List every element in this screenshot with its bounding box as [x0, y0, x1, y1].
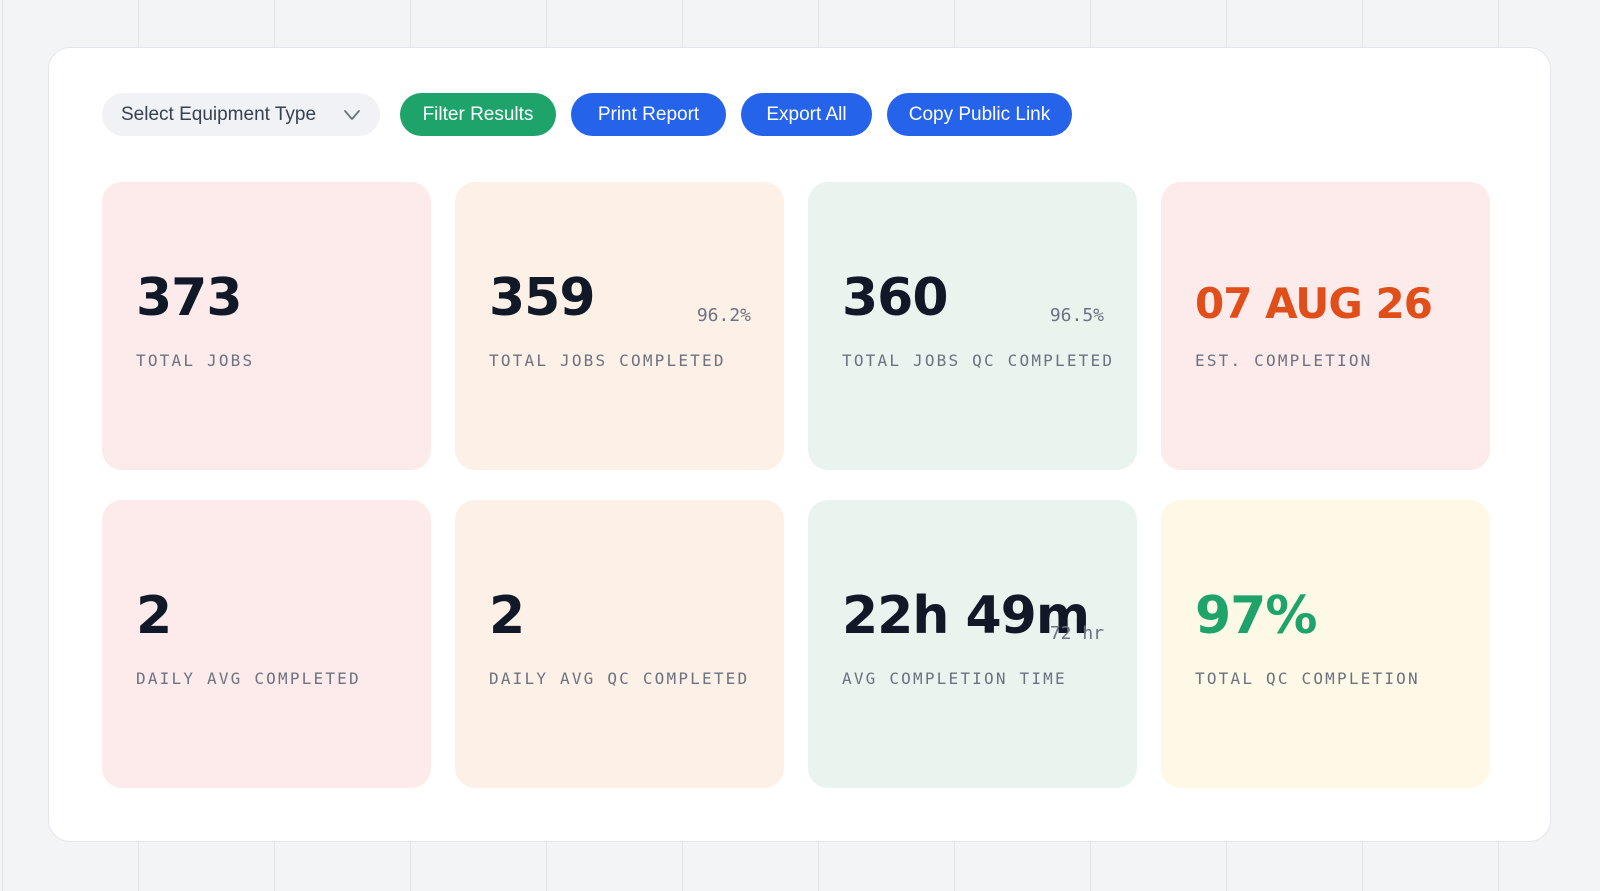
equipment-type-select[interactable]: Select Equipment Type	[102, 93, 380, 136]
stat-label: TOTAL JOBS COMPLETED	[489, 351, 726, 370]
copy-public-link-button[interactable]: Copy Public Link	[887, 93, 1072, 136]
stat-value: 2	[489, 586, 525, 646]
stat-card-total-jobs: 373 TOTAL JOBS	[102, 182, 431, 470]
stat-target-time: 72 hr	[1049, 623, 1104, 644]
stat-label: AVG COMPLETION TIME	[842, 669, 1067, 688]
stat-label: DAILY AVG QC COMPLETED	[489, 669, 750, 688]
stat-value: 2	[136, 586, 172, 646]
stat-label: DAILY AVG COMPLETED	[136, 669, 361, 688]
stat-card-total-jobs-completed: 359 96.2% TOTAL JOBS COMPLETED	[455, 182, 784, 470]
stat-value: 373	[136, 268, 243, 328]
export-all-button[interactable]: Export All	[741, 93, 872, 136]
stat-label: EST. COMPLETION	[1195, 351, 1373, 370]
stat-value: 360	[842, 268, 949, 328]
toolbar: Select Equipment Type Filter Results Pri…	[102, 93, 1072, 136]
stat-percentage: 96.2%	[696, 305, 751, 326]
stat-card-est-completion: 07 AUG 26 EST. COMPLETION	[1161, 182, 1490, 470]
stats-grid: 373 TOTAL JOBS 359 96.2% TOTAL JOBS COMP…	[102, 182, 1492, 788]
stat-label: TOTAL QC COMPLETION	[1195, 669, 1420, 688]
stat-card-total-qc-completion: 97% TOTAL QC COMPLETION	[1161, 500, 1490, 788]
dashboard-panel: Select Equipment Type Filter Results Pri…	[48, 47, 1551, 842]
stat-card-avg-completion-time: 22h 49m 72 hr AVG COMPLETION TIME	[808, 500, 1137, 788]
stat-card-daily-avg-completed: 2 DAILY AVG COMPLETED	[102, 500, 431, 788]
filter-results-button[interactable]: Filter Results	[400, 93, 556, 136]
stat-value-percent: 97%	[1195, 586, 1317, 646]
stat-value: 359	[489, 268, 596, 328]
print-report-button[interactable]: Print Report	[571, 93, 726, 136]
stat-value-date: 07 AUG 26	[1195, 279, 1433, 328]
stat-card-total-jobs-qc-completed: 360 96.5% TOTAL JOBS QC COMPLETED	[808, 182, 1137, 470]
stat-card-daily-avg-qc-completed: 2 DAILY AVG QC COMPLETED	[455, 500, 784, 788]
chevron-down-icon	[342, 105, 362, 125]
stat-label: TOTAL JOBS	[136, 351, 255, 370]
stat-label: TOTAL JOBS QC COMPLETED	[842, 351, 1115, 370]
equipment-type-select-label: Select Equipment Type	[121, 103, 317, 125]
stat-percentage: 96.5%	[1049, 305, 1104, 326]
